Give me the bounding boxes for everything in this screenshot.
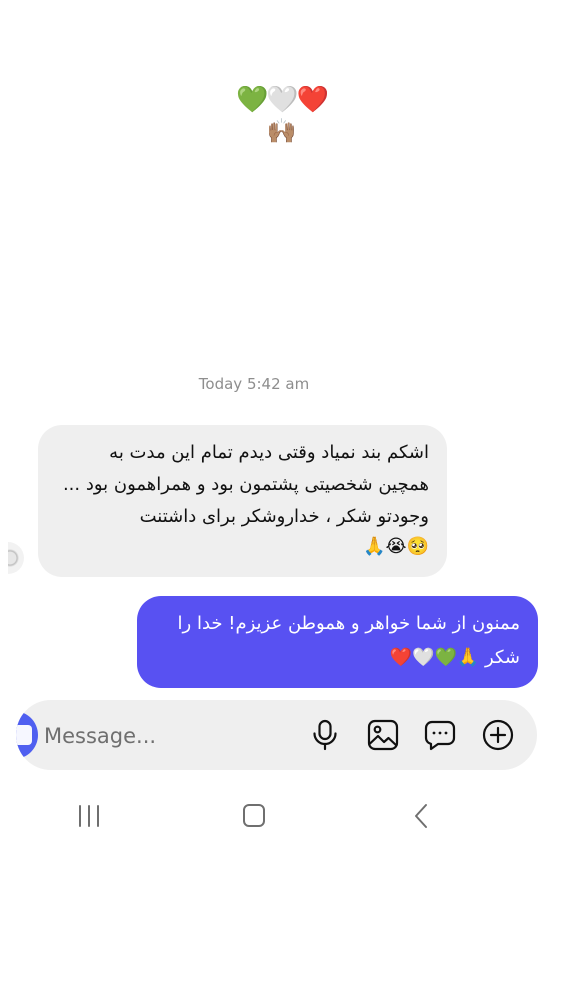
back-button[interactable] — [404, 800, 438, 832]
gallery-icon — [367, 719, 399, 751]
incoming-message-text: اشکم بند نمیاد وقتی دیدم تمام این مدت به… — [62, 442, 429, 527]
outgoing-message-bubble[interactable]: ممنون از شما خواهر و هموطن عزیزم! خدا را… — [137, 596, 538, 688]
sticker-icon — [424, 720, 456, 751]
back-icon — [415, 804, 427, 828]
sender-avatar[interactable] — [8, 542, 24, 574]
hearts-emoji: 💚🤍❤️ — [235, 85, 329, 115]
outgoing-message-text: ممنون از شما خواهر و هموطن عزیزم! خدا را… — [177, 613, 520, 668]
message-composer — [16, 700, 537, 770]
plus-icon — [482, 719, 514, 751]
home-button[interactable] — [237, 800, 271, 832]
raising-hands-emoji: 🙌🏽 — [266, 117, 297, 145]
camera-button[interactable] — [16, 711, 38, 759]
message-input[interactable] — [42, 717, 296, 755]
sticker-button[interactable] — [423, 718, 457, 752]
emoji-message[interactable]: 💚🤍❤️ 🙌🏽 — [0, 84, 563, 146]
camera-icon — [16, 725, 32, 745]
recent-apps-button[interactable] — [72, 800, 106, 832]
incoming-message-emojis: 🥺😭🙏 — [363, 536, 429, 557]
voice-message-button[interactable] — [308, 718, 342, 752]
more-options-button[interactable] — [481, 718, 515, 752]
recent-apps-icon — [79, 805, 99, 827]
incoming-message-bubble[interactable]: اشکم بند نمیاد وقتی دیدم تمام این مدت به… — [38, 425, 447, 577]
message-timestamp: Today 5:42 am — [198, 375, 310, 393]
home-icon — [243, 804, 265, 827]
gallery-button[interactable] — [366, 718, 400, 752]
system-navigation-bar — [0, 786, 563, 846]
microphone-icon — [313, 719, 337, 751]
